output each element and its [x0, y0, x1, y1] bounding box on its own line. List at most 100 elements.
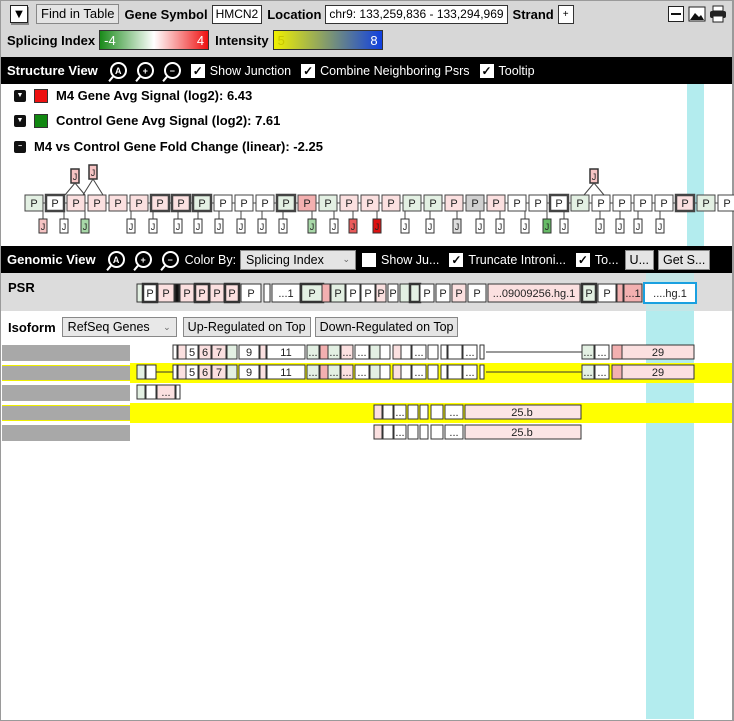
- zoom-in-icon[interactable]: +: [136, 62, 154, 79]
- psr-block: [408, 282, 422, 304]
- find-in-table-button[interactable]: Find in Table: [36, 4, 120, 24]
- chevron-down-icon: ⌄: [342, 254, 351, 264]
- zoom-out-icon[interactable]: −: [163, 62, 181, 79]
- strand-field[interactable]: +: [557, 4, 574, 24]
- color-by-label: Color By:: [184, 252, 237, 267]
- junction-label: J: [545, 222, 550, 232]
- print-icon[interactable]: [709, 5, 727, 23]
- show-junction-genomic-checkbox[interactable]: [362, 252, 377, 267]
- exon-block: [319, 364, 329, 380]
- isoform-diagram: 5 6 7 9 11........................ 29 5 6 7 9 11..…: [136, 344, 695, 440]
- to-checkbox[interactable]: ✓: [575, 252, 590, 267]
- get-s-button[interactable]: Get S...: [658, 249, 711, 270]
- tooltip-label: Tooltip: [498, 63, 535, 78]
- psr-label: P: [51, 198, 58, 210]
- exon-label: ...: [308, 347, 317, 359]
- exon-label: ...: [329, 367, 338, 379]
- junction-label: J: [428, 222, 433, 232]
- exon-block: [427, 344, 439, 360]
- exon-block: [226, 344, 238, 360]
- junction-label: J: [41, 222, 46, 232]
- psr-label: ...1: [625, 288, 640, 300]
- show-junction-checkbox[interactable]: ✓: [190, 63, 205, 78]
- psr-label: P: [162, 288, 169, 300]
- exon-block: [407, 404, 419, 420]
- exon-label: ...: [583, 347, 592, 359]
- psr-label: P: [377, 288, 384, 300]
- exon-block: [379, 364, 391, 380]
- exon-block: [259, 364, 267, 380]
- color-by-select[interactable]: Splicing Index ⌄: [240, 249, 357, 270]
- exon-label: 25.b: [511, 427, 532, 439]
- psr-label: P: [603, 288, 610, 300]
- psr-label: P: [156, 198, 163, 210]
- exon-block: [447, 364, 463, 380]
- exon-block: [392, 344, 402, 360]
- junction-connector: [64, 182, 76, 196]
- exon-label: ...: [449, 407, 458, 419]
- splicing-min: -4: [104, 32, 116, 48]
- exon-label: 9: [246, 347, 252, 359]
- exon-label: ...: [465, 367, 474, 379]
- combine-psrs-checkbox[interactable]: ✓: [301, 63, 316, 78]
- zoom-in-icon[interactable]: +: [134, 251, 152, 268]
- exon-block: [392, 364, 402, 380]
- collapse-icon[interactable]: [668, 6, 684, 22]
- exon-block: [172, 364, 178, 380]
- structure-view-title: Structure View: [7, 63, 98, 78]
- tooltip-checkbox[interactable]: ✓: [479, 63, 494, 78]
- expand-toggle-icon[interactable]: ▼: [14, 114, 26, 127]
- exon-block: [479, 364, 485, 380]
- isoform-source-value: RefSeq Genes: [67, 320, 150, 334]
- truncate-intronic-checkbox[interactable]: ✓: [449, 252, 464, 267]
- junction-label: J: [91, 168, 96, 178]
- junction-label: J: [217, 222, 222, 232]
- color-by-value: Splicing Index: [246, 252, 324, 267]
- exon-label: 7: [216, 367, 222, 379]
- exon-label: ...: [329, 347, 338, 359]
- up-regulated-button[interactable]: Up-Regulated on Top: [182, 317, 311, 337]
- psr-label: P: [439, 288, 446, 300]
- psr-label: P: [534, 198, 541, 210]
- exon-block: [136, 384, 146, 400]
- exon-label: ...: [308, 367, 317, 379]
- location-field[interactable]: chr9: 133,259,836 - 133,294,969: [325, 4, 508, 24]
- psr-label: ....hg.1: [653, 288, 687, 300]
- psr-label: P: [555, 198, 562, 210]
- exon-block: [369, 364, 381, 380]
- psr-label: P: [660, 198, 667, 210]
- isoform-source-select[interactable]: RefSeq Genes ⌄: [61, 317, 177, 337]
- image-export-icon[interactable]: [688, 6, 706, 22]
- gene-symbol-field[interactable]: HMCN2: [211, 4, 263, 24]
- m4-signal-label: M4 Gene Avg Signal (log2): 6.43: [56, 88, 253, 103]
- zoom-auto-icon[interactable]: A: [107, 251, 125, 268]
- expand-toggle-icon[interactable]: ▼: [14, 89, 26, 102]
- junction-label: J: [598, 222, 603, 232]
- junction-connector: [74, 182, 86, 196]
- junction-label: J: [403, 222, 408, 232]
- chevron-down-icon: ⌄: [163, 321, 171, 332]
- exon-label: 11: [280, 347, 291, 359]
- down-regulated-button[interactable]: Down-Regulated on Top: [314, 317, 459, 337]
- dropdown-toggle-button[interactable]: ▼: [10, 5, 28, 23]
- psr-label: P: [450, 198, 457, 210]
- zoom-out-icon[interactable]: −: [161, 251, 179, 268]
- collapse-toggle-icon[interactable]: −: [14, 140, 26, 153]
- psr-label: P: [423, 288, 430, 300]
- exon-label: ...: [583, 367, 592, 379]
- psr-label: P: [72, 198, 79, 210]
- psr-label: P: [618, 198, 625, 210]
- junction-label: J: [196, 222, 201, 232]
- structure-diagram: PPPPPPPPPPPPPPPPPPPPPPPPPPPPPPPPPPPPJJJJ…: [24, 164, 734, 234]
- junction-label: J: [73, 172, 78, 182]
- zoom-auto-icon[interactable]: A: [109, 62, 127, 79]
- exon-block: [419, 404, 429, 420]
- psr-label: P: [408, 198, 415, 210]
- exon-label: ...: [414, 347, 423, 359]
- psr-block: [321, 283, 331, 303]
- exon-label: 6: [202, 367, 208, 379]
- exon-block: [382, 404, 394, 420]
- u-button[interactable]: U...: [624, 249, 654, 270]
- junction-label: J: [618, 222, 623, 232]
- exon-block: [369, 344, 381, 360]
